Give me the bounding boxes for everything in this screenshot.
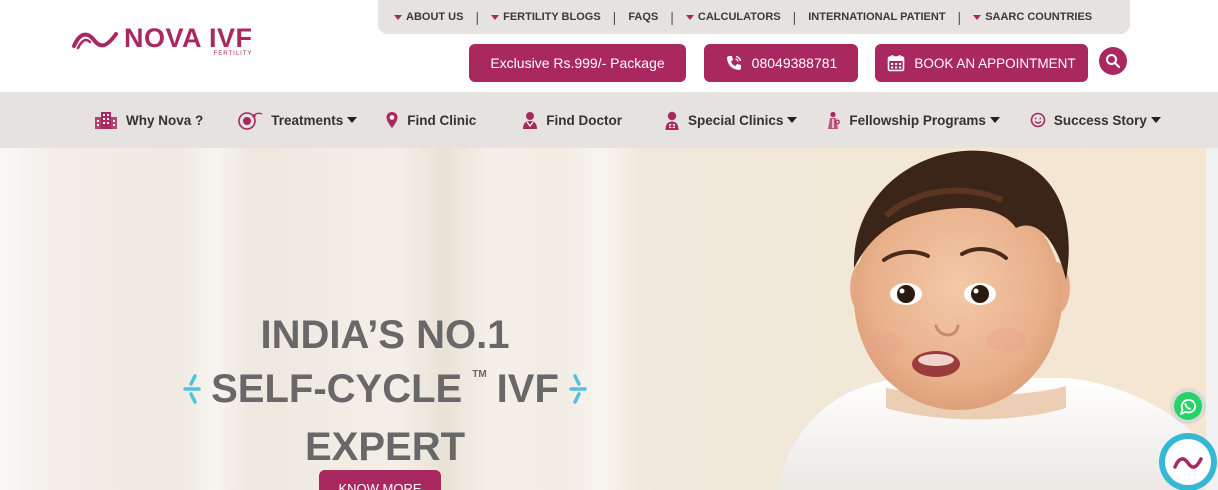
- call-button[interactable]: 08049388781: [704, 44, 858, 82]
- book-appointment-button[interactable]: BOOK AN APPOINTMENT: [875, 44, 1088, 82]
- divider: |: [957, 9, 962, 25]
- page-scrollbar[interactable]: [1206, 148, 1218, 490]
- nav-treatments[interactable]: Treatments: [237, 110, 358, 130]
- book-label: BOOK AN APPOINTMENT: [914, 55, 1076, 71]
- whatsapp-button[interactable]: [1170, 388, 1206, 424]
- topbar-label: INTERNATIONAL PATIENT: [808, 11, 946, 23]
- sparkle-left-icon: [183, 374, 201, 404]
- topbar-label: FAQS: [628, 11, 659, 23]
- headline-line-3: EXPERT: [304, 425, 466, 469]
- nav-special-clinics[interactable]: Special Clinics: [664, 111, 798, 130]
- divider: |: [612, 9, 617, 25]
- logo-swirl-icon: [72, 32, 118, 50]
- nav-fellowship-programs[interactable]: Fellowship Programs: [825, 111, 1000, 129]
- nav-find-doctor[interactable]: Find Doctor: [522, 111, 622, 129]
- topbar-label: FERTILITY BLOGS: [503, 11, 601, 23]
- logo-name: NOVA IVF: [124, 23, 253, 53]
- nav-why-nova[interactable]: Why Nova ?: [94, 111, 203, 129]
- nav-label: Special Clinics: [688, 112, 784, 128]
- caret-down-icon: [1150, 117, 1161, 123]
- trademark: TM: [472, 369, 487, 380]
- know-more-button[interactable]: KNOW MORE: [319, 470, 441, 490]
- page: NOVA IVF FERTILITY ABOUT US | FERTILITY …: [0, 0, 1218, 490]
- nav-label: Treatments: [271, 112, 344, 128]
- phone-number: 08049388781: [751, 55, 838, 71]
- nav-find-clinic[interactable]: Find Clinic: [385, 111, 476, 129]
- site-header: NOVA IVF FERTILITY ABOUT US | FERTILITY …: [0, 0, 1218, 92]
- fellowship-icon: [825, 111, 841, 129]
- map-pin-icon: [385, 111, 399, 129]
- main-nav: Why Nova ? Treatments Find Clinic Find D…: [0, 92, 1218, 148]
- sparkle-right-icon: [569, 374, 587, 404]
- caret-down-icon: [394, 14, 402, 20]
- chat-widget-button[interactable]: [1159, 433, 1217, 490]
- divider: |: [670, 9, 674, 25]
- caret-down-icon: [973, 14, 982, 20]
- treatment-icon: [237, 110, 263, 130]
- top-utility-bar: ABOUT US | FERTILITY BLOGS | FAQS | CALC…: [378, 0, 1130, 34]
- calendar-icon: [888, 55, 905, 72]
- caret-down-icon: [347, 117, 358, 123]
- divider: |: [792, 9, 797, 25]
- nav-label: Find Doctor: [546, 112, 623, 128]
- package-label: Exclusive Rs.999/- Package: [490, 55, 665, 71]
- nav-label: Why Nova ?: [126, 112, 204, 128]
- caret-down-icon: [491, 14, 500, 20]
- topbar-saarc-countries[interactable]: SAARC COUNTRIES: [973, 11, 1092, 23]
- topbar-faqs[interactable]: FAQS: [628, 11, 658, 23]
- caret-down-icon: [685, 14, 694, 20]
- topbar-calculators[interactable]: CALCULATORS: [685, 11, 781, 23]
- package-button[interactable]: Exclusive Rs.999/- Package: [469, 44, 686, 82]
- baby-photo: [776, 150, 1206, 490]
- search-icon: [1106, 54, 1121, 69]
- caret-down-icon: [989, 117, 1000, 123]
- search-button[interactable]: [1099, 47, 1127, 75]
- building-icon: [94, 111, 118, 129]
- hero-banner: INDIA’S NO.1 SELF-CYCLE TM IVF EXPERT KN…: [0, 148, 1206, 490]
- topbar-label: SAARC COUNTRIES: [985, 11, 1093, 23]
- chat-logo-icon: [1173, 457, 1203, 469]
- nav-label: Fellowship Programs: [849, 112, 986, 128]
- topbar-label: CALCULATORS: [697, 11, 781, 23]
- topbar-fertility-blogs[interactable]: FERTILITY BLOGS: [491, 11, 601, 23]
- headline-line-2b: IVF: [496, 367, 559, 411]
- doctor-icon: [522, 111, 538, 129]
- headline-line-2: SELF-CYCLE: [211, 367, 463, 411]
- nova-ivf-logo[interactable]: NOVA IVF FERTILITY: [72, 24, 253, 57]
- nav-success-story[interactable]: Success Story: [1030, 112, 1161, 128]
- nav-label: Find Clinic: [407, 112, 477, 128]
- know-more-label: KNOW MORE: [338, 481, 422, 490]
- topbar-about-us[interactable]: ABOUT US: [394, 11, 463, 23]
- phone-icon: [726, 55, 741, 70]
- nav-label: Success Story: [1053, 112, 1147, 128]
- topbar-international-patient[interactable]: INTERNATIONAL PATIENT: [808, 11, 945, 23]
- topbar-label: ABOUT US: [406, 11, 464, 23]
- hero-headline: INDIA’S NO.1 SELF-CYCLE TM IVF EXPERT: [0, 308, 770, 474]
- divider: |: [475, 9, 480, 25]
- chat-widget-inner: [1165, 439, 1211, 485]
- smile-icon: [1030, 112, 1046, 128]
- whatsapp-icon: [1174, 392, 1202, 420]
- caret-down-icon: [787, 117, 798, 123]
- special-clinic-icon: [664, 111, 680, 130]
- headline-line-1: INDIA’S NO.1: [260, 313, 510, 357]
